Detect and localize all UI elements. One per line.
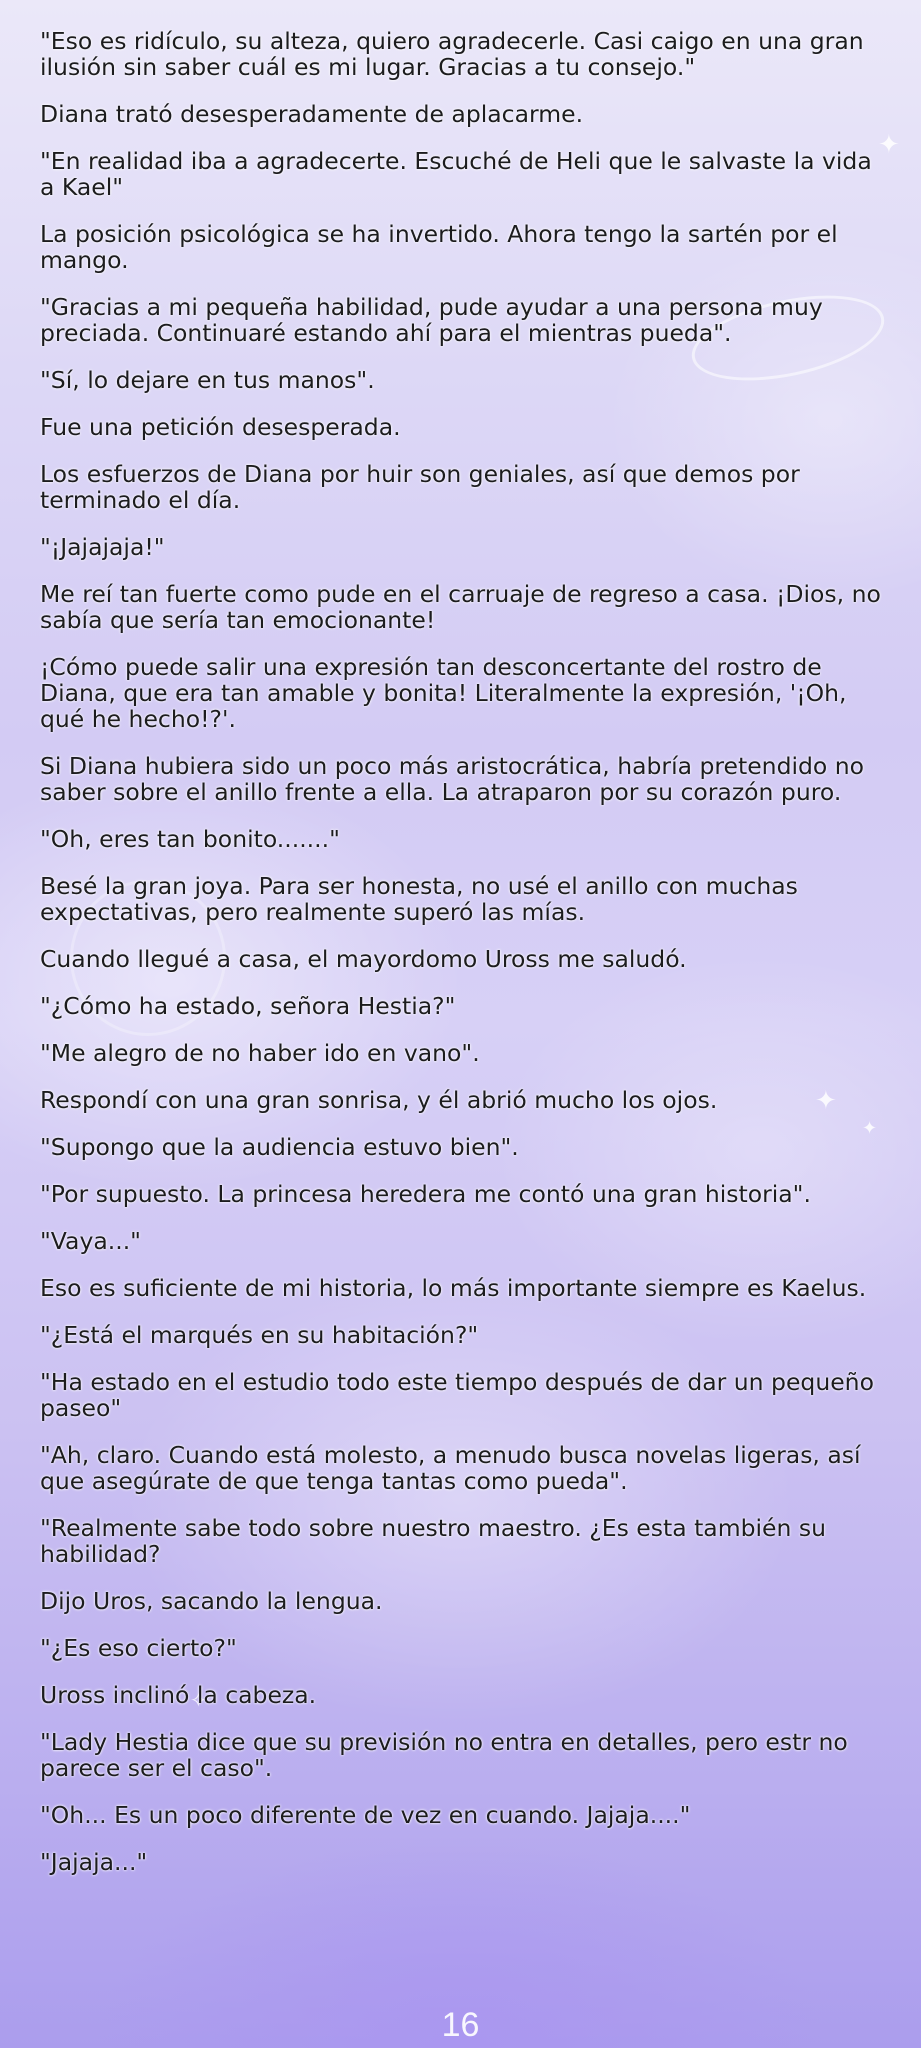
paragraph: Uross inclinó la cabeza. — [40, 1681, 317, 1709]
paragraph: "Por supuesto. La princesa heredera me c… — [40, 1180, 811, 1208]
paragraph: "Lady Hestia dice que su previsión no en… — [40, 1728, 848, 1782]
paragraph: Diana trató desesperadamente de aplacarm… — [40, 100, 584, 128]
chapter-text: "Eso es ridículo, su alteza, quiero agra… — [40, 28, 890, 1896]
paragraph: La posición psicológica se ha invertido.… — [40, 220, 838, 274]
paragraph: Me reí tan fuerte como pude en el carrua… — [40, 580, 881, 634]
paragraph: ¡Cómo puede salir una expresión tan desc… — [40, 653, 847, 733]
paragraph: "Gracias a mi pequeña habilidad, pude ay… — [40, 293, 823, 347]
paragraph: "¿Es eso cierto?" — [40, 1634, 237, 1662]
paragraph: "Ha estado en el estudio todo este tiemp… — [40, 1368, 874, 1422]
paragraph: "Oh... Es un poco diferente de vez en cu… — [40, 1801, 691, 1829]
paragraph: "Oh, eres tan bonito......." — [40, 825, 340, 853]
paragraph: "Sí, lo dejare en tus manos". — [40, 366, 375, 394]
paragraph: "¿Está el marqués en su habitación?" — [40, 1321, 479, 1349]
paragraph: Besé la gran joya. Para ser honesta, no … — [40, 872, 798, 926]
paragraph: "¡Jajajaja!" — [40, 533, 165, 561]
paragraph: "Ah, claro. Cuando está molesto, a menud… — [40, 1441, 861, 1495]
paragraph: "Supongo que la audiencia estuvo bien". — [40, 1133, 519, 1161]
paragraph: "En realidad iba a agradecerte. Escuché … — [40, 147, 872, 201]
paragraph: Dijo Uros, sacando la lengua. — [40, 1587, 383, 1615]
paragraph: "Me alegro de no haber ido en vano". — [40, 1039, 480, 1067]
paragraph: Si Diana hubiera sido un poco más aristo… — [40, 752, 865, 806]
paragraph: Respondí con una gran sonrisa, y él abri… — [40, 1086, 718, 1114]
paragraph: "¿Cómo ha estado, señora Hestia?" — [40, 992, 456, 1020]
paragraph: "Vaya..." — [40, 1227, 141, 1255]
paragraph: "Realmente sabe todo sobre nuestro maest… — [40, 1514, 826, 1568]
paragraph: "Jajaja..." — [40, 1848, 148, 1876]
paragraph: Fue una petición desesperada. — [40, 413, 401, 441]
paragraph: Cuando llegué a casa, el mayordomo Uross… — [40, 945, 687, 973]
paragraph: "Eso es ridículo, su alteza, quiero agra… — [40, 27, 864, 81]
paragraph: Eso es suficiente de mi historia, lo más… — [40, 1274, 867, 1302]
paragraph: Los esfuerzos de Diana por huir son geni… — [40, 460, 800, 514]
page-number: 16 — [441, 2006, 480, 2044]
